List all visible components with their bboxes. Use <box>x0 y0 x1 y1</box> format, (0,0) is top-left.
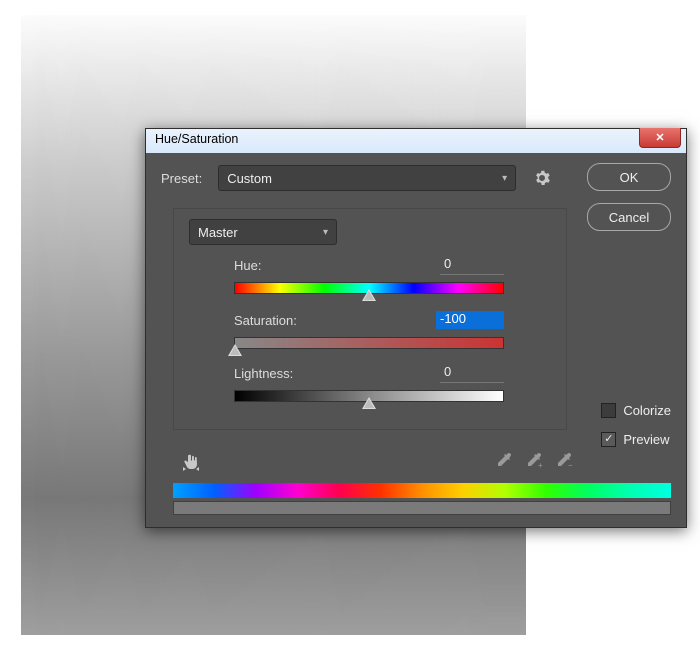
hue-saturation-dialog: Hue/Saturation ✕ Preset: Custom ▾ OK Can… <box>145 128 687 528</box>
chevron-down-icon: ▾ <box>323 227 328 238</box>
hue-label: Hue: <box>234 258 261 273</box>
saturation-thumb[interactable] <box>228 344 242 356</box>
checkbox-box-checked <box>601 432 616 447</box>
hue-slider[interactable] <box>234 282 504 294</box>
preset-value: Custom <box>227 171 272 186</box>
preset-select[interactable]: Custom ▾ <box>218 165 516 191</box>
hue-value-input[interactable]: 0 <box>440 256 504 275</box>
eyedropper-minus-button[interactable]: − <box>554 450 574 470</box>
hue-thumb[interactable] <box>362 289 376 301</box>
ok-label: OK <box>620 170 639 185</box>
lightness-label: Lightness: <box>234 366 293 381</box>
colorize-checkbox[interactable]: Colorize <box>601 403 671 418</box>
eyedropper-plus-icon: + <box>525 451 543 469</box>
colorize-label: Colorize <box>623 403 671 418</box>
svg-text:+: + <box>538 461 543 469</box>
spectrum-bar-bottom <box>173 501 671 515</box>
lightness-slider[interactable] <box>234 390 504 402</box>
dialog-title: Hue/Saturation <box>155 132 238 146</box>
cancel-label: Cancel <box>609 210 649 225</box>
dialog-buttons: OK Cancel <box>587 163 671 231</box>
lightness-group: Lightness: 0 <box>234 364 504 402</box>
preset-settings-button[interactable] <box>534 170 550 186</box>
eyedropper-icon <box>495 451 513 469</box>
hue-group: Hue: 0 <box>234 256 504 294</box>
eyedropper-group: + − <box>494 450 574 470</box>
dialog-body: Preset: Custom ▾ OK Cancel Master ▾ <box>146 153 686 527</box>
cancel-button[interactable]: Cancel <box>587 203 671 231</box>
preview-checkbox[interactable]: Preview <box>601 432 671 447</box>
chevron-down-icon: ▾ <box>502 173 507 184</box>
saturation-group: Saturation: -100 <box>234 311 504 349</box>
ok-button[interactable]: OK <box>587 163 671 191</box>
target-adjust-icon <box>180 451 202 473</box>
adjustments-panel: Master ▾ Hue: 0 Saturation: -100 <box>173 208 567 430</box>
eyedropper-button[interactable] <box>494 450 514 470</box>
lightness-value-input[interactable]: 0 <box>440 364 504 383</box>
saturation-label: Saturation: <box>234 313 297 328</box>
close-button[interactable]: ✕ <box>639 128 681 148</box>
preview-label: Preview <box>623 432 669 447</box>
preset-label: Preset: <box>161 171 202 186</box>
checkbox-box <box>601 403 616 418</box>
spectrum-bar-top <box>173 483 671 498</box>
saturation-value-input[interactable]: -100 <box>436 311 504 329</box>
saturation-slider[interactable] <box>234 337 504 349</box>
channel-select[interactable]: Master ▾ <box>189 219 337 245</box>
checkbox-group: Colorize Preview <box>601 403 671 447</box>
gear-icon <box>534 170 550 186</box>
lightness-thumb[interactable] <box>362 397 376 409</box>
eyedropper-minus-icon: − <box>555 451 573 469</box>
dialog-titlebar[interactable]: Hue/Saturation ✕ <box>146 129 686 154</box>
close-icon: ✕ <box>655 131 664 144</box>
svg-text:−: − <box>568 461 573 469</box>
channel-value: Master <box>198 225 238 240</box>
targeted-adjustment-tool[interactable] <box>180 451 202 473</box>
eyedropper-plus-button[interactable]: + <box>524 450 544 470</box>
